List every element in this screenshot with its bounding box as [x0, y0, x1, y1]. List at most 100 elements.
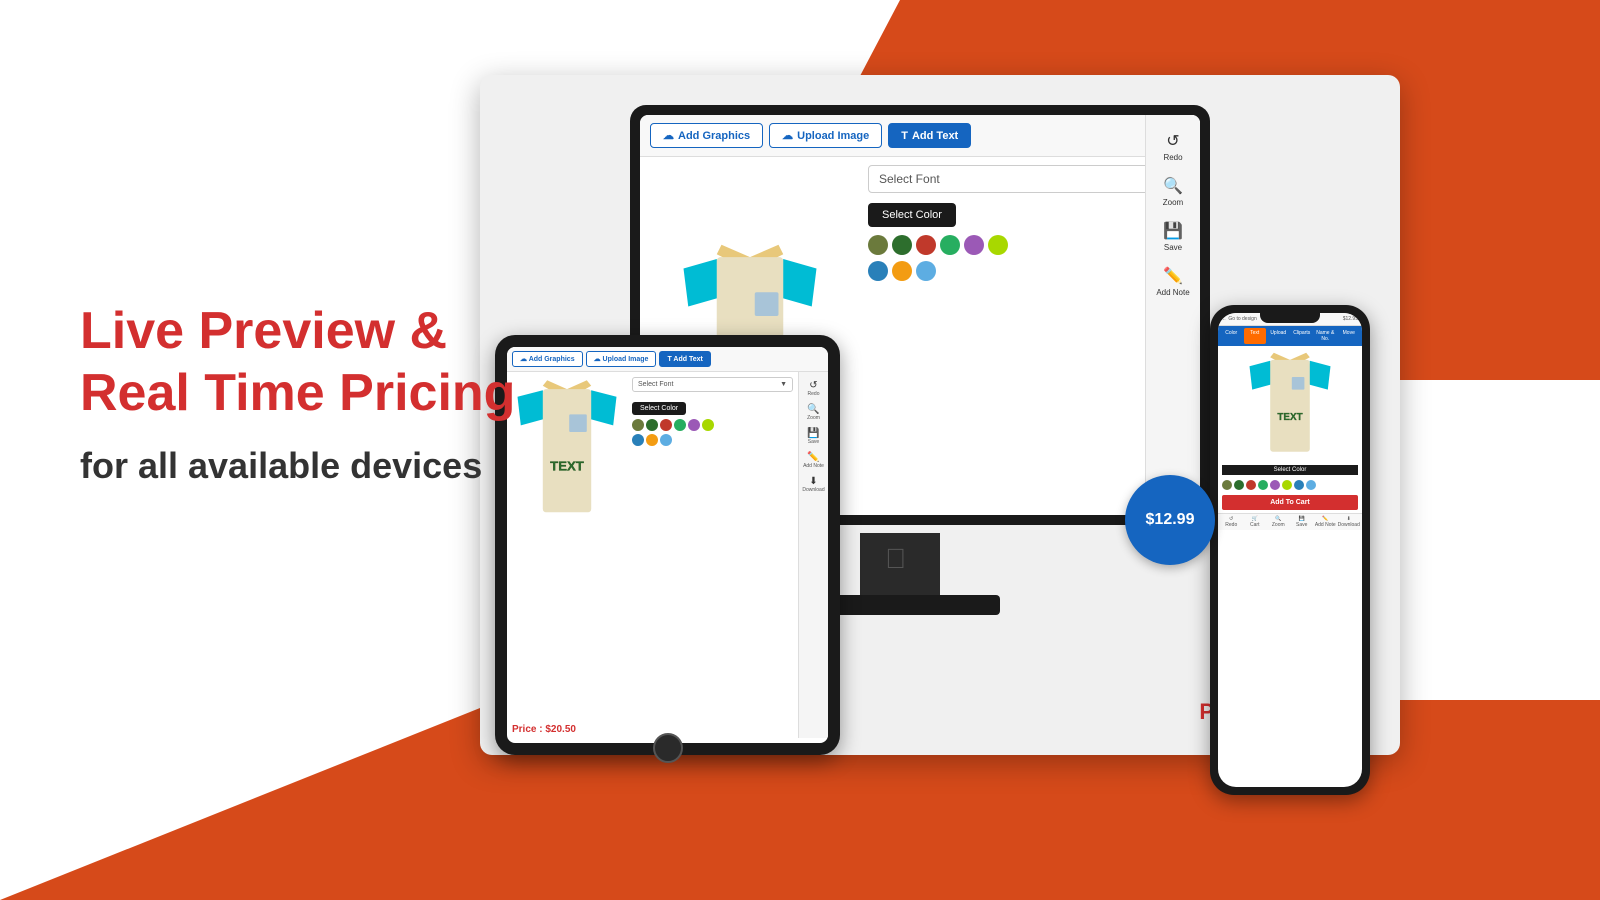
iphone-note-button[interactable]: ✏️ Add Note: [1314, 516, 1337, 528]
ipad-swatch-green[interactable]: [674, 419, 686, 431]
ipad-graphics-label: Add Graphics: [529, 356, 575, 363]
main-card: ☁ Add Graphics ☁ Upload Image T Add Text: [480, 75, 1400, 755]
iphone-zoom-label: Zoom: [1272, 522, 1285, 528]
iphone-cart-button[interactable]: 🛒 Cart: [1244, 516, 1267, 528]
swatch-darkgreen[interactable]: [892, 235, 912, 255]
iphone-swatch-2[interactable]: [1234, 480, 1244, 490]
iphone-tab-color[interactable]: Color: [1220, 328, 1243, 344]
iphone-shirt-svg: TEXT: [1245, 350, 1335, 458]
add-graphics-button[interactable]: ☁ Add Graphics: [650, 123, 763, 148]
iphone-cart-bottom-label: Cart: [1250, 522, 1259, 528]
ipad-device: ☁ Add Graphics ☁ Upload Image T Add Text: [495, 335, 840, 755]
ipad-download-label: Download: [802, 487, 824, 493]
ipad-note-label: Add Note: [803, 463, 824, 469]
ipad-swatches-row1: [632, 419, 793, 431]
ipad-save-label: Save: [808, 439, 819, 445]
iphone-redo-label: Redo: [1225, 522, 1237, 528]
ipad-swatch-purple[interactable]: [688, 419, 700, 431]
ipad-save-icon: 💾: [807, 428, 819, 439]
ipad-download-icon: ⬇: [809, 476, 817, 487]
color-select-button[interactable]: Select Color: [868, 203, 956, 227]
save-icon: 💾: [1163, 221, 1183, 241]
swatch-red[interactable]: [916, 235, 936, 255]
ipad-chevron-icon: ▼: [780, 381, 787, 388]
iphone-save-button[interactable]: 💾 Save: [1291, 516, 1314, 528]
iphone-tab-cliparts[interactable]: Cliparts: [1291, 328, 1314, 344]
font-select-label: Select Font: [879, 172, 1169, 186]
redo-button[interactable]: ↺ Redo: [1149, 125, 1197, 168]
subtitle-heading: for all available devices: [80, 445, 515, 487]
iphone-swatch-4[interactable]: [1258, 480, 1268, 490]
swatch-lime[interactable]: [988, 235, 1008, 255]
iphone-redo-button[interactable]: ↺ Redo: [1220, 516, 1243, 528]
ipad-font-label: Select Font: [638, 381, 780, 388]
swatch-green[interactable]: [940, 235, 960, 255]
iphone-color-select[interactable]: Select Color: [1222, 465, 1358, 475]
ipad-redo-label: Redo: [808, 391, 820, 397]
ipad-redo-button[interactable]: ↺ Redo: [808, 377, 820, 400]
ipad-swatch-lightblue[interactable]: [660, 434, 672, 446]
ipad-swatch-darkgreen[interactable]: [646, 419, 658, 431]
add-text-button[interactable]: T Add Text: [888, 123, 971, 148]
svg-text:TEXT: TEXT: [550, 459, 584, 474]
upload-image-label: Upload Image: [797, 130, 869, 142]
ipad-upload-button[interactable]: ☁ Upload Image: [586, 351, 657, 367]
ipad-swatch-olive[interactable]: [632, 419, 644, 431]
iphone-tab-namenumber[interactable]: Name & No.: [1314, 328, 1337, 344]
iphone-zoom-button[interactable]: 🔍 Zoom: [1267, 516, 1290, 528]
ipad-color-select-button[interactable]: Select Color: [632, 402, 686, 415]
ipad-swatch-red[interactable]: [660, 419, 672, 431]
ipad-zoom-button[interactable]: 🔍 Zoom: [807, 401, 820, 424]
price-badge-value: $12.99: [1146, 511, 1195, 529]
iphone-device: ← Go to design Add to Cart $12.99 Color …: [1210, 305, 1370, 795]
iphone-swatch-8[interactable]: [1306, 480, 1316, 490]
ipad-controls: Select Font ▼ Select Color: [627, 372, 798, 738]
iphone-add-to-cart-button[interactable]: Add To Cart: [1222, 495, 1358, 510]
ipad-home-button[interactable]: [653, 733, 683, 763]
real-time-pricing-heading: Real Time Pricing: [80, 362, 515, 424]
iphone-swatch-3[interactable]: [1246, 480, 1256, 490]
ipad-save-button[interactable]: 💾 Save: [807, 425, 819, 448]
iphone-notch: [1260, 313, 1320, 323]
iphone-shirt-area: TEXT: [1218, 346, 1362, 462]
iphone-tab-move[interactable]: Move: [1338, 328, 1361, 344]
iphone-tab-upload[interactable]: Upload: [1267, 328, 1290, 344]
font-select-dropdown[interactable]: Select Font ▼: [868, 165, 1192, 193]
iphone-swatch-1[interactable]: [1222, 480, 1232, 490]
iphone-save-label: Save: [1296, 522, 1307, 528]
swatch-olive[interactable]: [868, 235, 888, 255]
ipad-addtext-button[interactable]: T Add Text: [659, 351, 710, 367]
add-note-button[interactable]: ✏️ Add Note: [1149, 260, 1197, 303]
ipad-download-button[interactable]: ⬇ Download: [802, 473, 824, 496]
ipad-swatch-lime[interactable]: [702, 419, 714, 431]
ipad-shirt-area: TEXT: [507, 372, 627, 738]
ipad-toolbar: ☁ Add Graphics ☁ Upload Image T Add Text: [507, 347, 828, 372]
iphone-home-bar: [1265, 781, 1315, 785]
iphone-tab-text[interactable]: Text: [1244, 328, 1267, 344]
iphone-swatch-5[interactable]: [1270, 480, 1280, 490]
color-swatches-row1: [868, 235, 1192, 255]
ipad-addtext-label: Add Text: [673, 356, 702, 363]
desktop-toolbar: ☁ Add Graphics ☁ Upload Image T Add Text: [640, 115, 1200, 157]
ipad-font-select[interactable]: Select Font ▼: [632, 377, 793, 392]
ipad-add-graphics-button[interactable]: ☁ Add Graphics: [512, 351, 583, 367]
ipad-note-button[interactable]: ✏️ Add Note: [803, 449, 824, 472]
swatch-blue[interactable]: [868, 261, 888, 281]
ipad-swatch-blue[interactable]: [632, 434, 644, 446]
iphone-swatch-6[interactable]: [1282, 480, 1292, 490]
desktop-right-sidebar: ↺ Redo 🔍 Zoom 💾 Save ✏️ Add Note: [1145, 115, 1200, 515]
ipad-upload-icon: ☁: [594, 356, 601, 363]
redo-label: Redo: [1163, 153, 1182, 162]
swatch-purple[interactable]: [964, 235, 984, 255]
swatch-orange[interactable]: [892, 261, 912, 281]
zoom-label: Zoom: [1163, 198, 1183, 207]
upload-image-button[interactable]: ☁ Upload Image: [769, 123, 882, 148]
ipad-swatch-orange[interactable]: [646, 434, 658, 446]
zoom-button[interactable]: 🔍 Zoom: [1149, 170, 1197, 213]
iphone-download-button[interactable]: ⬇ Download: [1338, 516, 1361, 528]
swatch-lightblue[interactable]: [916, 261, 936, 281]
save-label: Save: [1164, 243, 1182, 252]
iphone-swatch-7[interactable]: [1294, 480, 1304, 490]
save-button[interactable]: 💾 Save: [1149, 215, 1197, 258]
ipad-redo-icon: ↺: [809, 380, 817, 391]
